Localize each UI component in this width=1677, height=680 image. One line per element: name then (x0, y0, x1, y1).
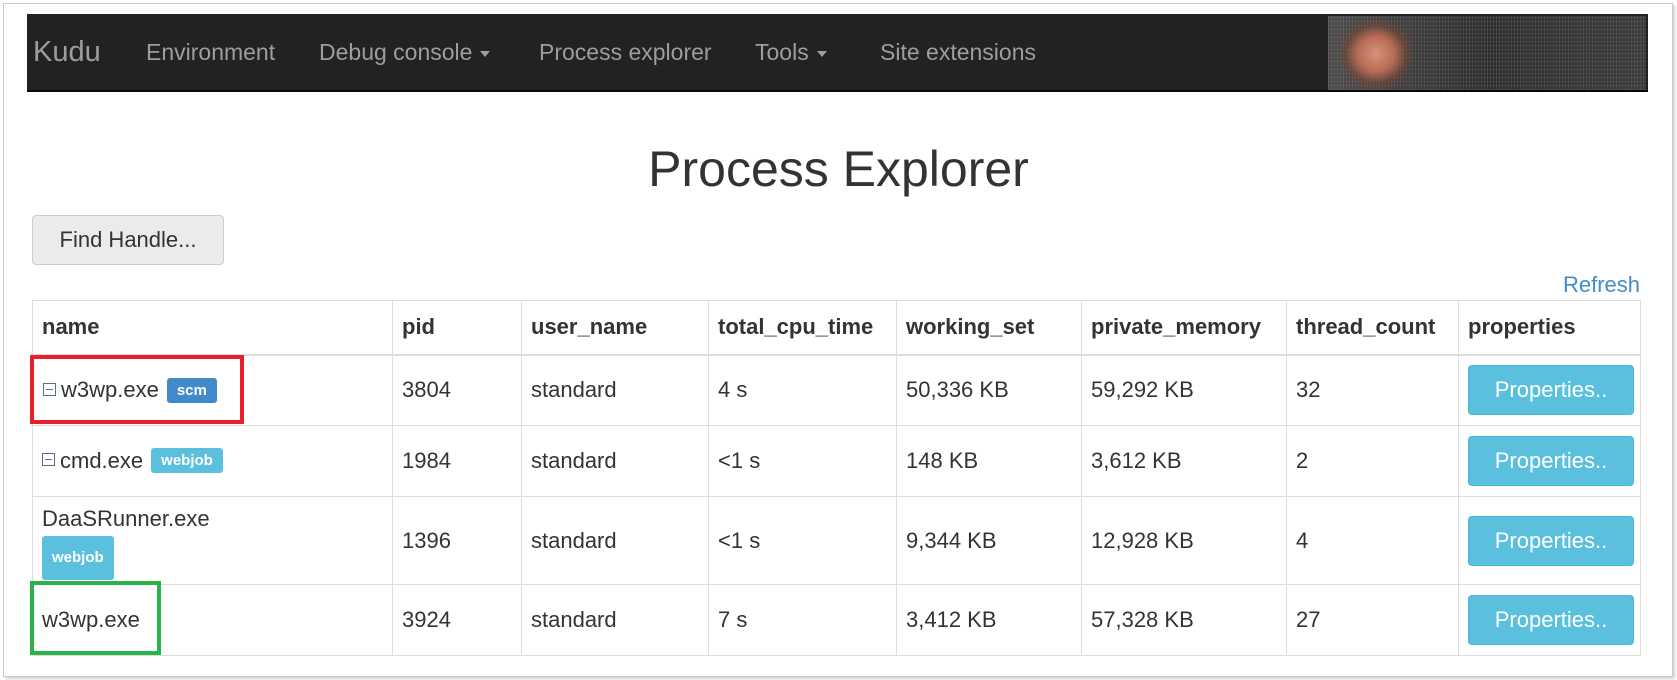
properties-cell: Properties.. (1458, 354, 1641, 426)
thread-count-cell: 27 (1286, 584, 1459, 656)
top-navbar: Kudu Environment Debug console Process e… (27, 14, 1648, 92)
cpu-time-cell: <1 s (708, 496, 897, 585)
pid-cell: 3924 (392, 584, 522, 656)
pid-cell: 3804 (392, 354, 522, 426)
nav-process-explorer[interactable]: Process explorer (539, 14, 712, 92)
pid-cell: 1984 (392, 425, 522, 497)
column-header-private-memory: private_memory (1081, 300, 1287, 356)
working-set-cell: 9,344 KB (896, 496, 1082, 585)
collapse-toggle-icon[interactable] (42, 453, 55, 467)
table-row: w3wp.exe 3924 standard 7 s 3,412 KB 57,3… (32, 584, 1641, 656)
brand-link[interactable]: Kudu (33, 14, 101, 92)
thread-count-cell: 2 (1286, 425, 1459, 497)
column-header-user-name: user_name (521, 300, 709, 356)
properties-cell: Properties.. (1458, 425, 1641, 497)
properties-button[interactable]: Properties.. (1468, 595, 1634, 645)
nav-debug-console[interactable]: Debug console (319, 14, 491, 92)
nav-environment-label: Environment (146, 39, 276, 65)
column-header-properties: properties (1458, 300, 1641, 356)
process-name: DaaSRunner.exe (42, 505, 210, 531)
table-row: w3wp.exe scm 3804 standard 4 s 50,336 KB … (32, 354, 1641, 426)
process-name-wrap: DaaSRunner.exe webjob (42, 501, 210, 581)
user-name-cell: standard (521, 425, 709, 497)
column-header-working-set: working_set (896, 300, 1082, 356)
private-memory-cell: 12,928 KB (1081, 496, 1287, 585)
user-avatar-image (1328, 16, 1646, 90)
nav-tools[interactable]: Tools (755, 14, 827, 92)
properties-cell: Properties.. (1458, 496, 1641, 585)
thread-count-cell: 32 (1286, 354, 1459, 426)
find-handle-button[interactable]: Find Handle... (32, 215, 224, 265)
private-memory-cell: 3,612 KB (1081, 425, 1287, 497)
private-memory-cell: 59,292 KB (1081, 354, 1287, 426)
caret-down-icon (816, 50, 827, 57)
table-row: cmd.exe webjob 1984 standard <1 s 148 KB … (32, 425, 1641, 497)
caret-down-icon (480, 50, 491, 57)
process-badge-webjob: webjob (42, 535, 114, 580)
column-header-total-cpu-time: total_cpu_time (708, 300, 897, 356)
nav-environment[interactable]: Environment (146, 14, 275, 92)
working-set-cell: 3,412 KB (896, 584, 1082, 656)
refresh-link[interactable]: Refresh (1563, 272, 1640, 298)
properties-button[interactable]: Properties.. (1468, 365, 1634, 416)
process-name: cmd.exe (60, 447, 144, 473)
process-name: w3wp.exe (61, 376, 159, 402)
nav-debug-console-label: Debug console (319, 39, 473, 65)
process-badge-webjob: webjob (151, 448, 223, 474)
user-name-cell: standard (521, 354, 709, 426)
private-memory-cell: 57,328 KB (1081, 584, 1287, 656)
process-name-cell: w3wp.exe scm (32, 354, 393, 426)
process-badge-scm: scm (166, 377, 217, 403)
pid-cell: 1396 (392, 496, 522, 585)
process-name: w3wp.exe (42, 607, 140, 632)
working-set-cell: 148 KB (896, 425, 1082, 497)
user-name-cell: standard (521, 496, 709, 585)
nav-site-extensions-label: Site extensions (880, 39, 1036, 65)
table-row: DaaSRunner.exe webjob 1396 standard <1 s… (32, 496, 1641, 585)
properties-button[interactable]: Properties.. (1468, 515, 1634, 566)
process-name-cell: w3wp.exe (32, 584, 393, 656)
process-name-cell: DaaSRunner.exe webjob (32, 496, 393, 585)
cpu-time-cell: 7 s (708, 584, 897, 656)
user-name-cell: standard (521, 584, 709, 656)
process-name-cell: cmd.exe webjob (32, 425, 393, 497)
cpu-time-cell: <1 s (708, 425, 897, 497)
nav-tools-label: Tools (755, 39, 809, 65)
table-header-row: name pid user_name total_cpu_time workin… (32, 300, 1641, 356)
nav-process-explorer-label: Process explorer (539, 39, 712, 65)
properties-button[interactable]: Properties.. (1468, 436, 1634, 486)
cpu-time-cell: 4 s (708, 354, 897, 426)
column-header-pid: pid (392, 300, 522, 356)
thread-count-cell: 4 (1286, 496, 1459, 585)
page-title: Process Explorer (648, 141, 1029, 197)
column-header-name: name (32, 300, 393, 356)
process-table: name pid user_name total_cpu_time workin… (32, 300, 1641, 656)
column-header-thread-count: thread_count (1286, 300, 1459, 356)
working-set-cell: 50,336 KB (896, 354, 1082, 426)
properties-cell: Properties.. (1458, 584, 1641, 656)
collapse-toggle-icon[interactable] (43, 382, 56, 396)
nav-site-extensions[interactable]: Site extensions (880, 14, 1036, 92)
